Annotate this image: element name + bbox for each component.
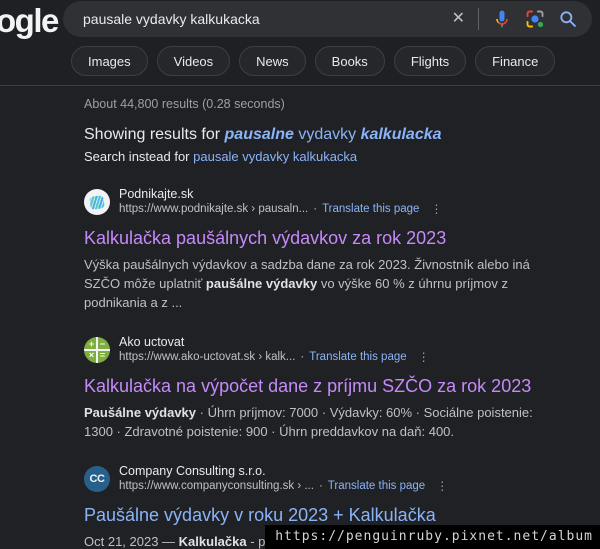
translate-link[interactable]: Translate this page xyxy=(328,479,425,494)
search-box[interactable]: ✕ xyxy=(63,1,592,37)
instead-prefix: Search instead for xyxy=(84,149,194,164)
tab-books[interactable]: Books xyxy=(314,46,385,76)
searchbox-divider xyxy=(478,8,479,30)
site-favicon-podnikajte-icon xyxy=(84,189,110,215)
url-separator: · xyxy=(318,480,323,492)
corrected-query-link[interactable]: pausalne vydavky kalkulacka xyxy=(225,126,442,143)
results-area: About 44,800 results (0.28 seconds) Show… xyxy=(0,86,600,549)
tab-flights[interactable]: Flights xyxy=(393,46,467,76)
translate-link[interactable]: Translate this page xyxy=(322,202,419,217)
google-lens-icon[interactable] xyxy=(525,9,545,29)
site-name: Ako uctovat xyxy=(119,335,185,349)
more-options-icon[interactable]: ⋮ xyxy=(418,350,430,365)
google-logo[interactable]: ogle xyxy=(0,2,59,40)
site-favicon-calculator-icon: + − × = xyxy=(84,337,110,363)
url-separator: · xyxy=(313,203,318,215)
microphone-icon[interactable] xyxy=(492,9,512,29)
tab-images[interactable]: Images xyxy=(71,46,148,76)
result-snippet: Výška paušálnych výdavkov a sadzba dane … xyxy=(84,257,530,310)
result-site-link[interactable]: Podnikajte.sk https://www.podnikajte.sk … xyxy=(84,187,556,217)
tab-finance[interactable]: Finance xyxy=(475,46,556,76)
result-title-link[interactable]: Kalkulačka na výpočet dane z príjmu SZČO… xyxy=(84,374,556,398)
search-result: Podnikajte.sk https://www.podnikajte.sk … xyxy=(84,187,556,312)
breadcrumb: https://www.companyconsulting.sk › ... xyxy=(119,480,314,492)
showing-prefix: Showing results for xyxy=(84,126,225,143)
site-name: Company Consulting s.r.o. xyxy=(119,464,266,478)
showing-results-line: Showing results for pausalne vydavky kal… xyxy=(84,126,570,144)
search-input[interactable] xyxy=(83,11,452,27)
result-title-link[interactable]: Kalkulačka paušálnych výdavkov za rok 20… xyxy=(84,226,556,250)
result-stats: About 44,800 results (0.28 seconds) xyxy=(84,97,285,111)
search-instead-line: Search instead for pausale vydavky kalku… xyxy=(84,149,570,164)
tab-news[interactable]: News xyxy=(239,46,306,76)
tab-videos[interactable]: Videos xyxy=(156,46,231,76)
result-title-link[interactable]: Paušálne výdavky v roku 2023 + Kalkulačk… xyxy=(84,503,556,527)
original-query-link[interactable]: pausale vydavky kalkukacka xyxy=(193,149,357,164)
more-options-icon[interactable]: ⋮ xyxy=(430,202,442,217)
clear-search-icon[interactable]: ✕ xyxy=(452,11,465,27)
search-filter-tabs: Images Videos News Books Flights Finance xyxy=(71,46,556,76)
site-favicon-cc-icon: CC xyxy=(84,466,110,492)
search-header: ogle ✕ xyxy=(0,0,600,86)
result-site-link[interactable]: + − × = Ako uctovat https://www.ako-uctova… xyxy=(84,335,556,365)
site-name: Podnikajte.sk xyxy=(119,187,194,201)
more-options-icon[interactable]: ⋮ xyxy=(436,479,448,494)
result-snippet: Paušálne výdavky · Úhrn príjmov: 7000 · … xyxy=(84,405,533,439)
url-separator: · xyxy=(300,351,305,363)
result-site-link[interactable]: CC Company Consulting s.r.o. https://www… xyxy=(84,464,556,494)
spell-suggestion: Showing results for pausalne vydavky kal… xyxy=(84,126,570,164)
search-submit-icon[interactable] xyxy=(558,9,578,29)
search-result: + − × = Ako uctovat https://www.ako-uctova… xyxy=(84,335,556,441)
breadcrumb: https://www.podnikajte.sk › pausaln... xyxy=(119,203,309,215)
watermark-url: https://penguinruby.pixnet.net/album xyxy=(265,525,600,549)
breadcrumb: https://www.ako-uctovat.sk › kalk... xyxy=(119,351,296,363)
translate-link[interactable]: Translate this page xyxy=(309,350,406,365)
